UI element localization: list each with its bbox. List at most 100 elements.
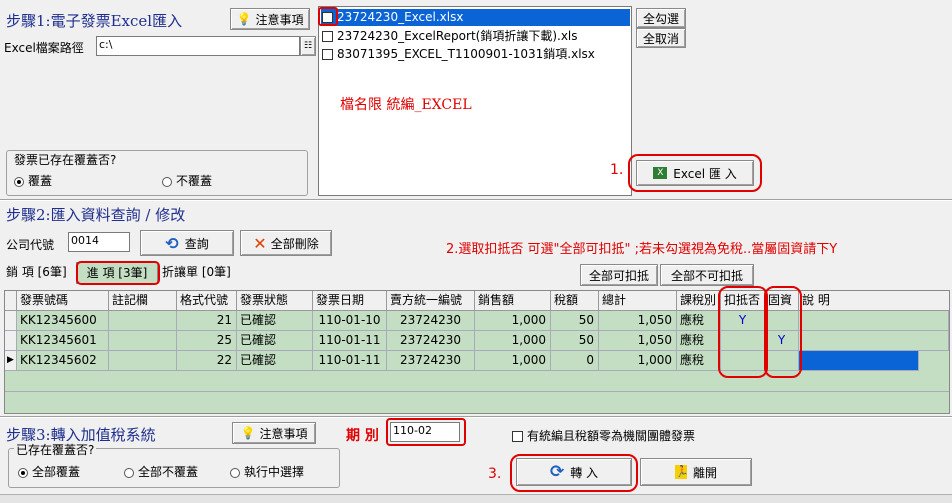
col-seller[interactable]: 賣方統一編號 xyxy=(387,291,475,311)
cell-total[interactable]: 1,050 xyxy=(599,331,677,351)
cell-format[interactable]: 25 xyxy=(177,331,237,351)
cell-asset[interactable] xyxy=(765,351,799,371)
cell-status[interactable]: 已確認 xyxy=(237,331,313,351)
current-row-arrow-icon[interactable]: ▶ xyxy=(5,351,17,371)
transfer-refresh-icon: ⟳ xyxy=(549,462,565,482)
file-item-name: 23724230_ExcelReport(銷項折讓下載).xls xyxy=(337,29,578,43)
cell-taxtype[interactable]: 應稅 xyxy=(677,331,721,351)
cell-tax[interactable]: 50 xyxy=(551,311,599,331)
option-label: 執行中選擇 xyxy=(244,465,305,479)
cell-date[interactable]: 110-01-11 xyxy=(313,331,387,351)
cell-deduct[interactable] xyxy=(721,351,765,371)
all-nondeductible-button[interactable]: 全部不可扣抵 xyxy=(660,264,754,286)
cell-status[interactable]: 已確認 xyxy=(237,311,313,331)
all-deductible-button[interactable]: 全部可扣抵 xyxy=(580,264,658,286)
file-item[interactable]: 83071395_EXCEL_T1100901-1031銷項.xlsx xyxy=(322,46,595,63)
transfer-button[interactable]: ⟳ 轉 入 xyxy=(516,458,632,486)
cell-deduct[interactable]: Y xyxy=(721,311,765,331)
file-item[interactable]: 23724230_ExcelReport(銷項折讓下載).xls xyxy=(322,28,578,45)
step2-title: 步驟2:匯入資料查詢 / 修改 xyxy=(6,206,186,224)
cell-tax[interactable]: 0 xyxy=(551,351,599,371)
col-desc[interactable]: 說 明 xyxy=(799,291,949,311)
col-total[interactable]: 總計 xyxy=(599,291,677,311)
lightbulb-icon: 💡 xyxy=(236,12,252,26)
cell-taxtype[interactable]: 應稅 xyxy=(677,351,721,371)
cell-sales[interactable]: 1,000 xyxy=(475,331,551,351)
cell-desc[interactable] xyxy=(799,311,949,331)
cell-total[interactable]: 1,050 xyxy=(599,311,677,331)
tab-sales[interactable]: 銷 項 [6筆] xyxy=(6,262,72,284)
delete-all-button[interactable]: ✕ 全部刪除 xyxy=(240,230,332,256)
cell-tax[interactable]: 50 xyxy=(551,331,599,351)
period-input[interactable]: 110-02 xyxy=(390,422,460,442)
cell-format[interactable]: 21 xyxy=(177,311,237,331)
row-header[interactable] xyxy=(5,331,17,351)
org-invoice-checkbox[interactable]: 有統編且稅額零為機關團體發票 xyxy=(512,427,695,444)
cell-note[interactable] xyxy=(109,331,177,351)
query-button[interactable]: ⟲ 查詢 xyxy=(140,230,234,256)
cell-invoice[interactable]: KK12345601 xyxy=(17,331,109,351)
cell-note[interactable] xyxy=(109,351,177,371)
col-taxtype[interactable]: 課稅別 xyxy=(677,291,721,311)
overwrite-group-label: 發票已存在覆蓋否? xyxy=(12,151,119,168)
col-invoice[interactable]: 發票號碼 xyxy=(17,291,109,311)
cell-seller[interactable]: 23724230 xyxy=(387,331,475,351)
cell-date[interactable]: 110-01-11 xyxy=(313,351,387,371)
cell-deduct[interactable] xyxy=(721,331,765,351)
excel-path-input[interactable]: c:\ xyxy=(96,36,300,56)
step1-title: 步驟1:電子發票Excel匯入 xyxy=(6,12,183,30)
filename-hint: 檔名限 統編_EXCEL xyxy=(340,97,472,113)
invoice-grid[interactable]: 發票號碼 註記欄 格式代號 發票狀態 發票日期 賣方統一編號 銷售額 稅額 總計… xyxy=(4,290,950,414)
option-overwrite-none[interactable]: 全部不覆蓋 xyxy=(124,463,198,480)
excel-import-button[interactable]: X Excel 匯 入 xyxy=(636,160,754,186)
cell-note[interactable] xyxy=(109,311,177,331)
cell-seller[interactable]: 23724230 xyxy=(387,351,475,371)
col-tax[interactable]: 稅額 xyxy=(551,291,599,311)
company-input[interactable]: 0014 xyxy=(68,232,130,252)
col-date[interactable]: 發票日期 xyxy=(313,291,387,311)
cell-desc-selected[interactable] xyxy=(799,351,919,371)
col-status[interactable]: 發票狀態 xyxy=(237,291,313,311)
option-choose-during[interactable]: 執行中選擇 xyxy=(230,463,304,480)
file-item-name: 83071395_EXCEL_T1100901-1031銷項.xlsx xyxy=(337,47,595,61)
browse-folder-button[interactable]: ☷ xyxy=(300,36,316,56)
step3-notice-button[interactable]: 💡 注意事項 xyxy=(232,422,316,444)
col-deduct[interactable]: 扣抵否 xyxy=(721,291,765,311)
col-asset[interactable]: 固資 xyxy=(765,291,799,311)
empty-row xyxy=(5,371,949,392)
exit-running-icon: 🏃 xyxy=(674,465,689,479)
overwrite-yes-radio[interactable]: 覆蓋 xyxy=(14,172,52,189)
cell-invoice[interactable]: KK12345600 xyxy=(17,311,109,331)
tab-purchases[interactable]: 進 項 [3筆] xyxy=(76,262,158,284)
cell-seller[interactable]: 23724230 xyxy=(387,311,475,331)
overwrite-no-radio[interactable]: 不覆蓋 xyxy=(162,172,212,189)
excel-icon: X xyxy=(653,167,668,179)
cell-asset[interactable] xyxy=(765,311,799,331)
col-sales[interactable]: 銷售額 xyxy=(475,291,551,311)
cell-status[interactable]: 已確認 xyxy=(237,351,313,371)
cell-taxtype[interactable]: 應稅 xyxy=(677,311,721,331)
cell-total[interactable]: 1,000 xyxy=(599,351,677,371)
row-header[interactable] xyxy=(5,311,17,331)
cell-date[interactable]: 110-01-10 xyxy=(313,311,387,331)
cell-sales[interactable]: 1,000 xyxy=(475,351,551,371)
cell-format[interactable]: 22 xyxy=(177,351,237,371)
col-note[interactable]: 註記欄 xyxy=(109,291,177,311)
period-label: 期 別 xyxy=(346,428,379,444)
step1-notice-button[interactable]: 💡 注意事項 xyxy=(230,8,310,30)
cell-invoice[interactable]: KK12345602 xyxy=(17,351,109,371)
tab-allowance[interactable]: 折讓單 [0筆] xyxy=(162,262,240,284)
option-overwrite-all[interactable]: 全部覆蓋 xyxy=(18,463,80,480)
col-format[interactable]: 格式代號 xyxy=(177,291,237,311)
exists-group-label: 已存在覆蓋否? xyxy=(14,441,97,458)
clear-all-button[interactable]: 全取消 xyxy=(636,28,686,48)
exit-button[interactable]: 🏃 離開 xyxy=(640,458,752,486)
step3-notice-label: 注意事項 xyxy=(259,426,308,441)
cell-desc[interactable] xyxy=(799,331,949,351)
cell-sales[interactable]: 1,000 xyxy=(475,311,551,331)
option-label: 全部覆蓋 xyxy=(32,465,81,479)
cell-asset[interactable]: Y xyxy=(765,331,799,351)
select-all-button[interactable]: 全勾選 xyxy=(636,8,686,28)
file-item[interactable]: ✔ 23724230_Excel.xlsx xyxy=(322,9,463,26)
folder-browse-icon: ☷ xyxy=(303,41,313,51)
